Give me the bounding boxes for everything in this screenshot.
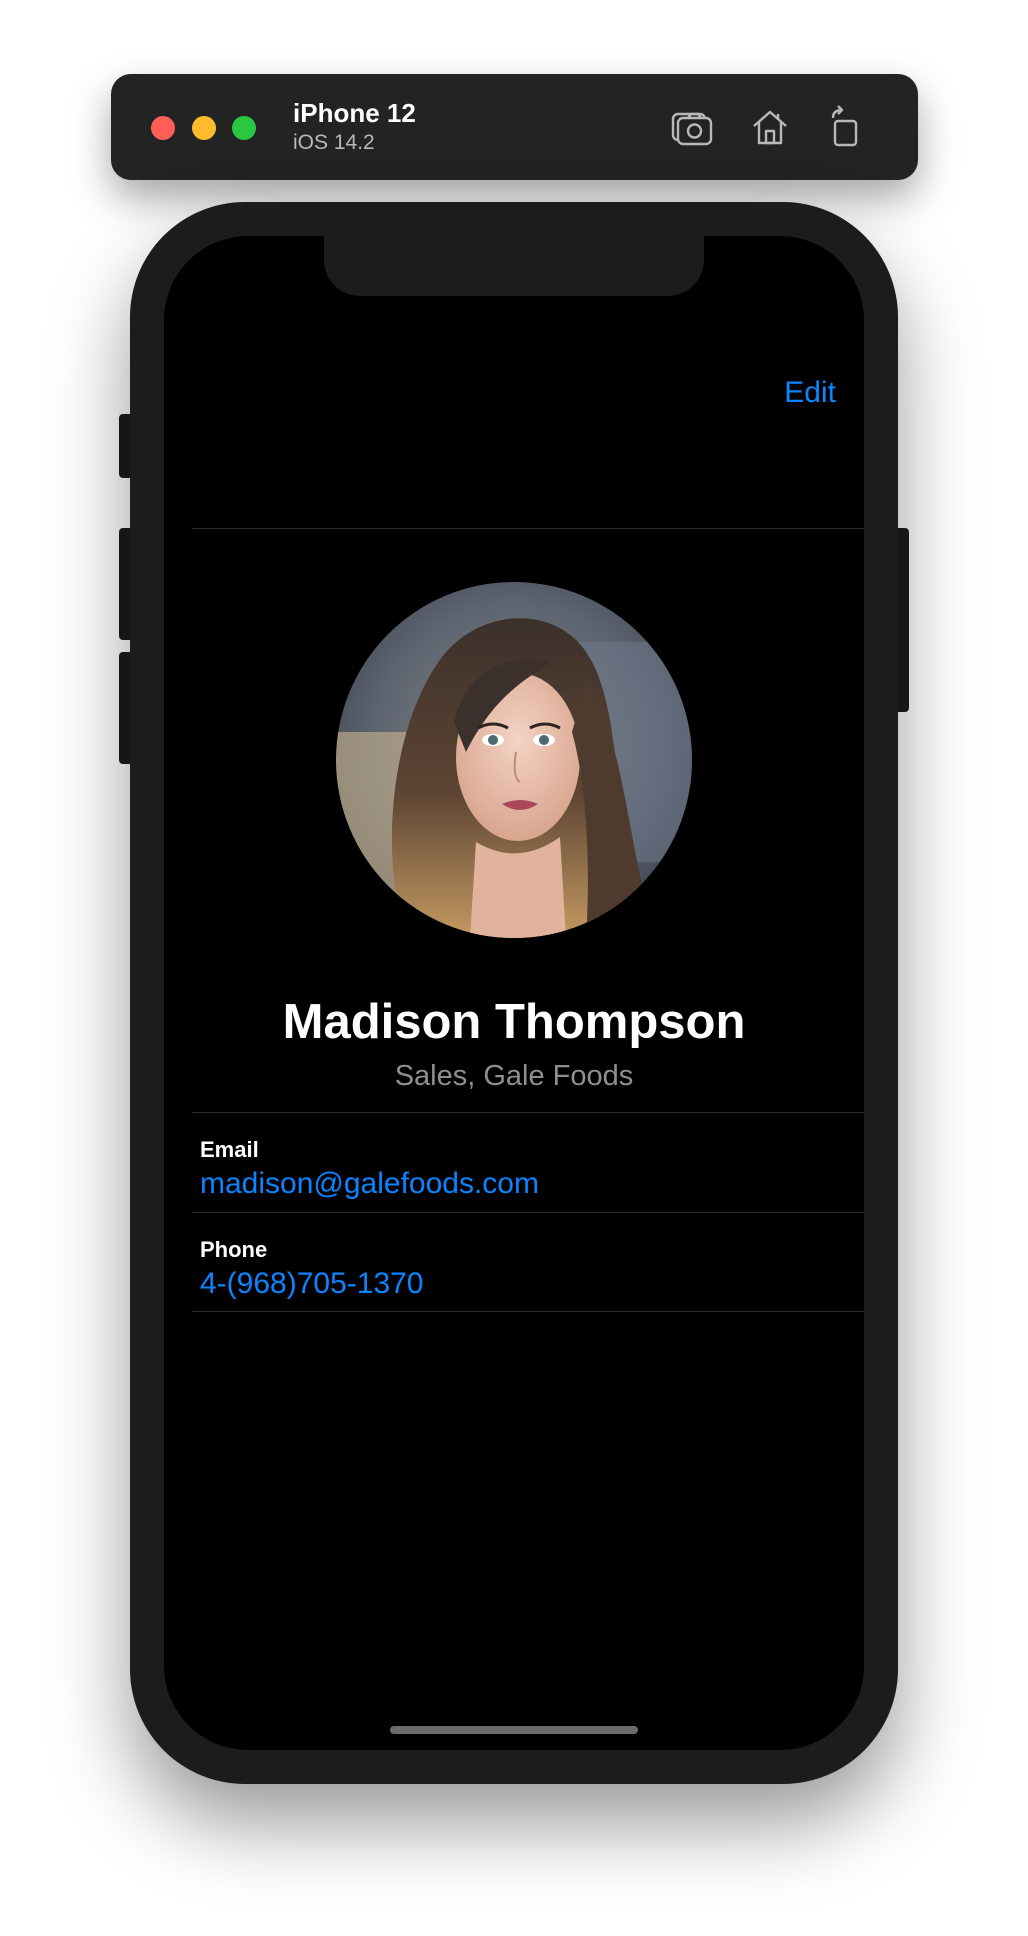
phone-row[interactable]: Phone 4-(968)705-1370 [192, 1212, 864, 1312]
email-link[interactable]: madison@galefoods.com [200, 1167, 539, 1201]
home-icon[interactable] [747, 104, 793, 150]
phone-label: Phone [200, 1237, 268, 1262]
avatar [336, 582, 692, 938]
close-window-button[interactable] [151, 116, 175, 140]
simulator-titlebar: iPhone 12 iOS 14.2 [111, 74, 918, 180]
nav-divider [192, 528, 864, 529]
edit-button[interactable]: Edit [784, 376, 836, 410]
notch [324, 236, 704, 296]
screenshot-icon[interactable] [669, 104, 715, 150]
os-version: iOS 14.2 [293, 131, 375, 154]
email-label: Email [200, 1137, 259, 1162]
phone-screen: Edit Madison Thompson Sales, Gale Foods … [164, 236, 864, 1750]
contact-subtitle: Sales, Gale Foods [394, 1060, 634, 1092]
rotate-icon[interactable] [821, 104, 867, 150]
device-name: iPhone 12 [293, 98, 416, 128]
phone-link[interactable]: 4-(968)705-1370 [200, 1267, 424, 1301]
minimize-window-button[interactable] [192, 116, 216, 140]
contact-name: Madison Thompson [282, 995, 746, 1049]
home-indicator[interactable] [390, 1726, 638, 1734]
zoom-window-button[interactable] [232, 116, 256, 140]
email-row[interactable]: Email madison@galefoods.com [192, 1112, 864, 1212]
contact-detail-list: Email madison@galefoods.com Phone 4-(968… [192, 1112, 864, 1312]
phone-frame: Edit Madison Thompson Sales, Gale Foods … [130, 202, 898, 1784]
